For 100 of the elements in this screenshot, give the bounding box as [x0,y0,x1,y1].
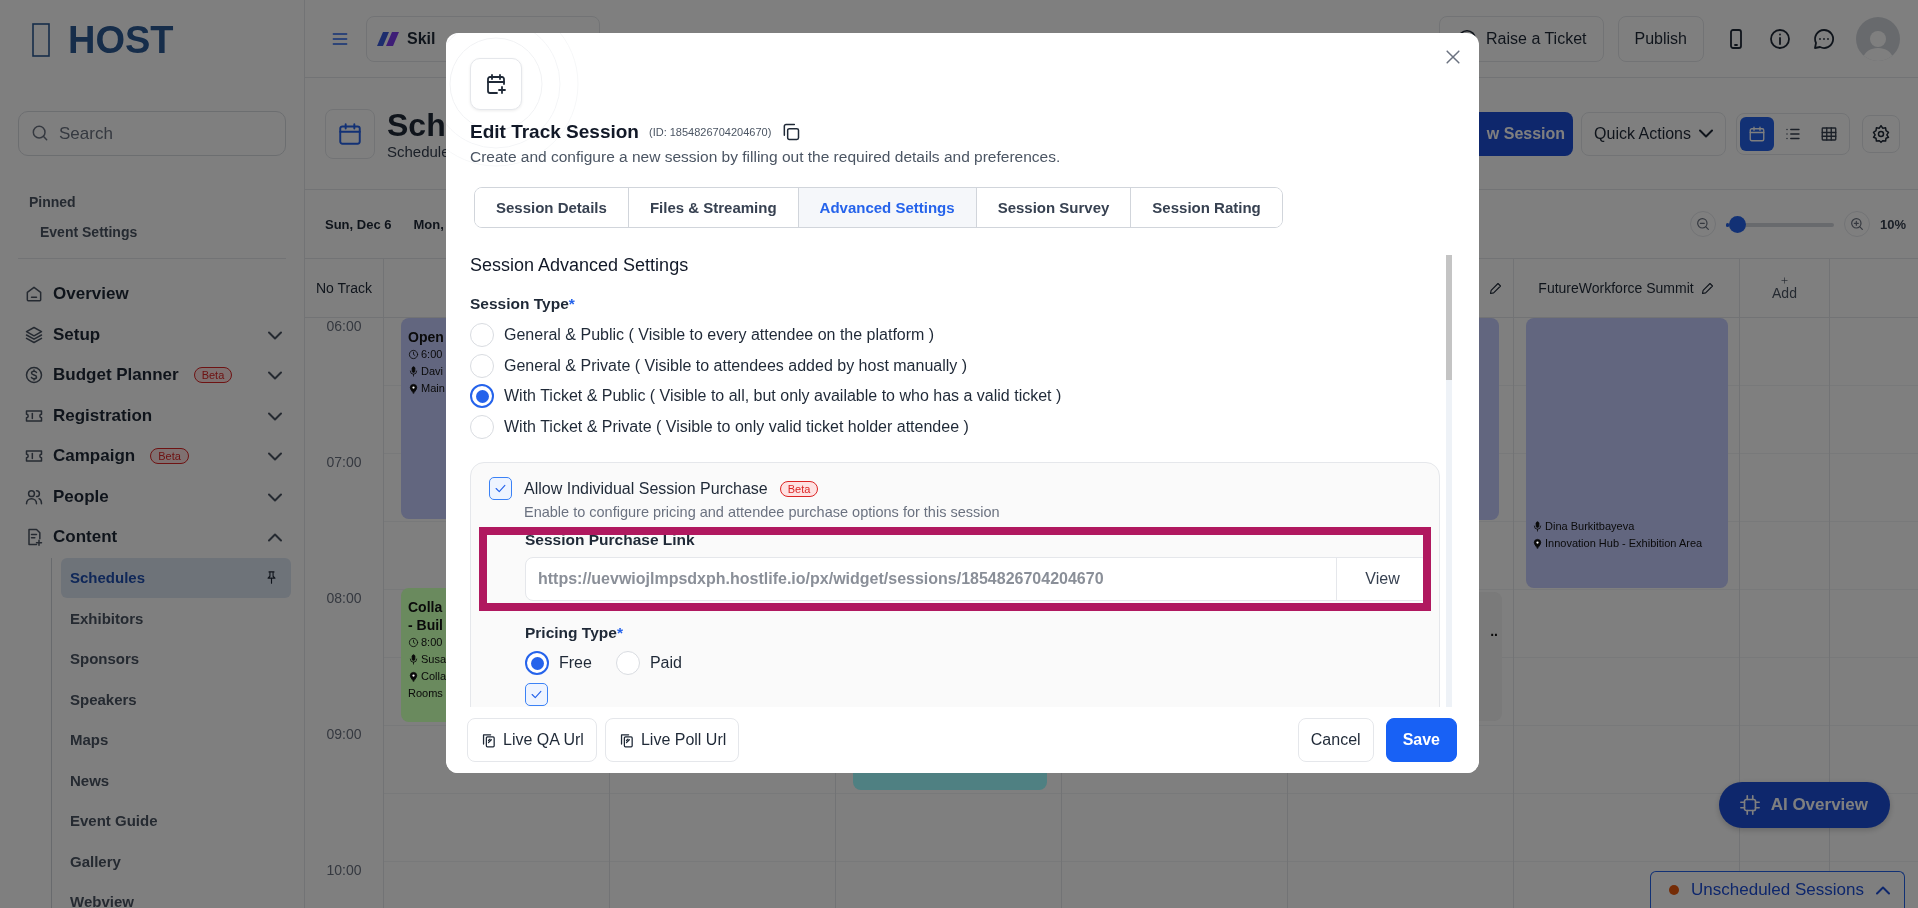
zoom-out-icon[interactable] [1694,216,1711,232]
quick-actions-dropdown[interactable]: Quick Actions [1581,111,1726,156]
nav-subitem[interactable]: Schedules [61,557,291,598]
tab[interactable]: Advanced Settings [797,188,976,227]
nav-subitem[interactable]: Maps [61,719,291,760]
cancel-button[interactable]: Cancel [1297,718,1374,762]
event-title: Open [408,328,444,346]
nav-subitem[interactable]: Gallery [61,841,291,882]
clock-icon [408,637,419,648]
date-tab[interactable]: Mon, [413,216,444,232]
logo-icon [32,23,50,57]
time-label: 06:00 [326,318,362,334]
pencil-icon[interactable] [1488,280,1503,296]
save-button[interactable]: Save [1385,718,1457,762]
copy-link-button[interactable]: Live QA Url [467,718,597,762]
option-label: With Ticket & Public ( Visible to all, but only available to who has a valid ticket ) [504,387,1062,406]
app-logo: HOST [68,18,174,62]
search-field[interactable]: Search [18,111,286,156]
track-name: FutureWorkforce Summit [1538,280,1694,296]
time-label: 09:00 [326,726,362,742]
logo-icon [377,31,399,46]
zoom-in-icon[interactable] [1848,216,1865,232]
clock-icon [408,349,419,360]
column-header: No Track [316,280,372,296]
nav-subitem[interactable]: Exhibitors [61,598,291,639]
search-icon [30,123,50,143]
nav-item[interactable]: Budget Planner Beta [0,355,304,396]
pencil-icon[interactable] [1699,280,1715,296]
beta-badge: Beta [150,448,189,465]
nav-subitem[interactable]: Webview [61,881,291,908]
publish-button[interactable]: Publish [1617,15,1704,62]
zoom-slider[interactable] [1725,215,1834,233]
field-label: Session Purchase Link [525,530,696,550]
radio-button[interactable] [525,651,549,675]
nav-subitem[interactable]: Speakers [61,679,291,720]
beta-badge: Beta [779,480,819,497]
copy-icon[interactable] [781,122,802,142]
plus-icon [1780,275,1789,285]
time-label: 08:00 [326,590,362,606]
section-title: Session Advanced Settings [470,254,690,276]
event-detail: Dina Burkitbayeva [1545,519,1635,534]
page-subtitle: Schedule [387,143,450,160]
settings-button[interactable] [1862,114,1900,153]
microphone-icon [408,654,419,665]
checkbox-label: Allow Individual Session Purchase [524,479,768,498]
nav-item[interactable]: Registration [0,395,304,436]
field-label: Session Type* [470,294,576,314]
nav-item[interactable]: Content [0,517,304,558]
scrollbar[interactable] [1446,255,1452,707]
chevron-icon [1876,885,1890,895]
table-icon [1820,124,1838,143]
copy-icon [480,731,497,749]
nav-item[interactable]: Setup [0,314,304,355]
location-pin-icon [408,383,419,394]
event-detail: Rooms [408,686,443,701]
tab[interactable]: Session Rating [1130,188,1282,227]
layers-icon [24,324,44,345]
zoom-percent: 10% [1879,216,1906,232]
settings-icon [1871,123,1891,144]
event-title: .. [1490,622,1498,640]
beta-badge: Beta [193,367,233,384]
session-id: (ID: 1854826704204670) [648,126,772,138]
checkbox[interactable] [489,477,512,500]
modal-title: Edit Track Session [470,121,639,143]
nav-item[interactable]: Overview [0,274,304,315]
option-label: With Ticket & Private ( Visible to only valid ticket holder attendee ) [504,417,969,436]
modal-description: Create and configure a new session by filling out the required details and preferences. [470,148,1062,166]
page-title: Sch [387,107,447,143]
time-label: 07:00 [326,454,362,470]
time-label: 10:00 [326,862,362,878]
option-label: General & Private ( Visible to attendees added by host manually ) [504,356,968,375]
option-description: Enable to configure pricing and attendee purchase options for this session [524,504,1001,520]
checkbox[interactable] [525,683,548,706]
view-toggle[interactable] [1740,116,1774,151]
info-icon[interactable] [1768,26,1792,51]
chevron-icon [1699,129,1713,138]
location-pin-icon [408,671,419,682]
pinned-item[interactable]: Event Settings [40,224,304,240]
nav-item[interactable]: Campaign Beta [0,436,304,477]
option-label: General & Public ( Visible to every attendee on the platform ) [504,326,935,345]
copy-link-button[interactable]: Live Poll Url [604,718,740,762]
date-tab[interactable]: Sun, Dec 6 [325,216,392,232]
ai-overview-button[interactable]: AI Overview [1718,782,1890,828]
nav-subitem[interactable]: Event Guide [61,800,291,841]
radio-button[interactable] [470,384,494,409]
location-pin-icon [1532,538,1543,549]
chip-icon [1738,794,1761,816]
option-label: Free [559,654,592,672]
event-detail: 8:00 [421,635,443,650]
event-detail: Innovation Hub - Exhibition Area [1545,536,1703,551]
add-track-button[interactable]: Add [1739,259,1829,318]
status-dot [1669,885,1680,895]
nav-subitem[interactable]: News [61,760,291,801]
dollar-icon [24,365,44,386]
event-card[interactable]: Dina Burkitbayeva Innovation Hub - Exhibition Area [1526,318,1728,588]
microphone-icon [1532,521,1543,532]
event-title: Colla [408,598,443,616]
nav-subitem[interactable]: Sponsors [61,638,291,679]
nav-item[interactable]: People [0,476,304,517]
chat-icon[interactable] [1812,26,1836,51]
